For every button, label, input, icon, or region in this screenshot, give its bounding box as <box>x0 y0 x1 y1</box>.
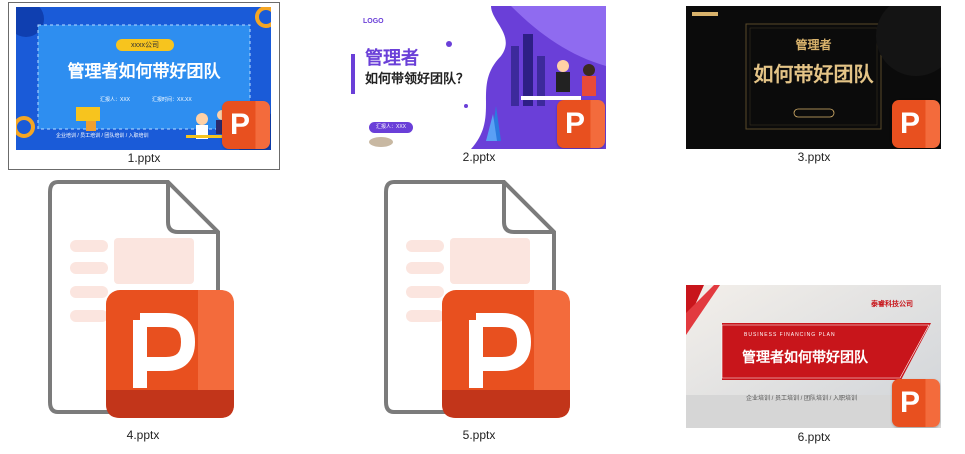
slide-2-presenter: 汇报人：XXX <box>369 122 413 133</box>
powerpoint-badge-icon: P <box>892 100 940 148</box>
slide-3-title-line1: 管理者 <box>795 38 832 52</box>
file-item-2[interactable]: LOGO 管理者 如何带领好团队？ 汇报人：XXX P 2.pptx <box>344 2 614 168</box>
powerpoint-file-icon <box>48 180 234 418</box>
slide-1-date: 汇报时间：XX.XX <box>152 97 192 103</box>
slide-6-company: 泰睿科技公司 <box>871 300 913 308</box>
file-item-4[interactable]: 4.pptx <box>8 175 278 450</box>
slide-6-footer: 企业培训 / 员工培训 / 团队培训 / 入职培训 <box>746 396 858 402</box>
file-name-2[interactable]: 2.pptx <box>379 150 579 164</box>
file-item-1[interactable]: xxxx公司 管理者如何带好团队 汇报人：XXX 汇报时间：XX.XX 企业培训… <box>8 2 280 170</box>
file-name-1[interactable]: 1.pptx <box>44 151 244 165</box>
file-thumbnail-3: 管理者 如何带好团队 P <box>686 6 941 149</box>
file-item-5[interactable]: 5.pptx <box>344 175 614 450</box>
slide-1-company: xxxx公司 <box>131 42 159 49</box>
file-item-6[interactable]: 泰睿科技公司 BUSINESS FINANCING PLAN 管理者如何带好团队… <box>679 282 949 450</box>
file-thumbnail-6: 泰睿科技公司 BUSINESS FINANCING PLAN 管理者如何带好团队… <box>686 285 941 428</box>
slide-6-subtitle: BUSINESS FINANCING PLAN <box>744 332 836 338</box>
slide-3-title-line2: 如何带好团队 <box>753 62 874 86</box>
slide-2-title-line1: 管理者 <box>365 48 419 69</box>
slide-1-footer: 企业培训 / 员工培训 / 团队培训 / 入职培训 <box>56 133 149 139</box>
file-name-4[interactable]: 4.pptx <box>43 428 243 442</box>
powerpoint-badge-icon: P <box>222 101 270 149</box>
slide-2-logo: LOGO <box>363 18 384 25</box>
file-thumbnail-1: xxxx公司 管理者如何带好团队 汇报人：XXX 汇报时间：XX.XX 企业培训… <box>16 7 271 150</box>
file-name-6[interactable]: 6.pptx <box>714 430 914 444</box>
slide-6-title: 管理者如何带好团队 <box>742 350 868 366</box>
file-item-3[interactable]: 管理者 如何带好团队 P 3.pptx <box>679 2 949 168</box>
file-name-5[interactable]: 5.pptx <box>379 428 579 442</box>
file-name-3[interactable]: 3.pptx <box>714 150 914 164</box>
powerpoint-file-icon <box>384 180 570 418</box>
powerpoint-badge-icon: P <box>557 100 605 148</box>
powerpoint-badge-icon: P <box>892 379 940 427</box>
slide-2-title-line2: 如何带领好团队？ <box>365 72 470 87</box>
slide-1-title: 管理者如何带好团队 <box>67 62 221 82</box>
slide-1-presenter: 汇报人：XXX <box>100 97 131 103</box>
file-thumbnail-2: LOGO 管理者 如何带领好团队？ 汇报人：XXX P <box>351 6 606 149</box>
